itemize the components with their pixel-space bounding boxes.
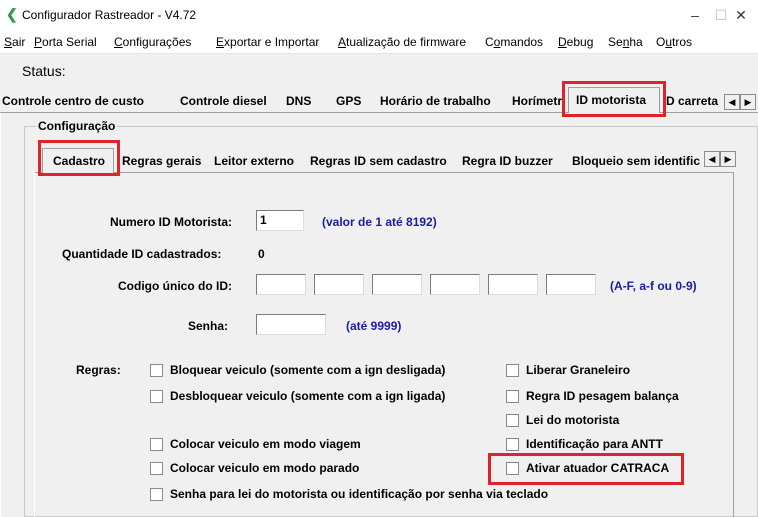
modo-parado-checkbox[interactable]	[150, 462, 163, 475]
tab-horimetro[interactable]: Horímetr	[512, 94, 562, 108]
app-logo-icon: ❮	[6, 6, 18, 22]
close-button[interactable]: ✕	[724, 0, 758, 30]
numero-id-hint: (valor de 1 até 8192)	[322, 215, 437, 229]
senha-label: Senha:	[188, 319, 229, 333]
quantidade-id-value: 0	[258, 247, 265, 261]
menu-porta-serial[interactable]: Porta Serial	[34, 35, 97, 49]
menu-senha[interactable]: Senha	[608, 35, 643, 49]
identificacao-antt-label: Identificação para ANTT	[526, 437, 663, 451]
codigo-id-input-3[interactable]	[372, 274, 422, 295]
senha-input[interactable]	[256, 314, 326, 335]
tab-scroll-left-icon[interactable]: ◀	[724, 94, 740, 110]
tab-id-carreta[interactable]: D carreta	[666, 94, 718, 108]
lei-motorista-checkbox[interactable]	[506, 414, 519, 427]
tab-dns[interactable]: DNS	[286, 94, 311, 108]
modo-viagem-label: Colocar veiculo em modo viagem	[170, 437, 361, 451]
desbloquear-veiculo-label: Desbloquear veiculo (somente com a ign l…	[170, 389, 446, 403]
menu-bar: Sair Porta Serial Configurações Exportar…	[0, 30, 758, 54]
menu-exportar-importar[interactable]: Exportar e Importar	[216, 35, 319, 49]
desbloquear-veiculo-checkbox[interactable]	[150, 390, 163, 403]
bloquear-veiculo-label: Bloquear veiculo (somente com a ign desl…	[170, 363, 446, 377]
tab-controle-diesel[interactable]: Controle diesel	[180, 94, 267, 108]
liberar-graneleiro-label: Liberar Graneleiro	[526, 363, 631, 377]
codigo-id-label: Codigo único do ID:	[118, 279, 232, 293]
modo-parado-label: Colocar veiculo em modo parado	[170, 461, 360, 475]
tab-regras-gerais[interactable]: Regras gerais	[122, 154, 201, 168]
regra-pesagem-checkbox[interactable]	[506, 390, 519, 403]
regras-label: Regras:	[76, 363, 121, 377]
senha-lei-motorista-label: Senha para lei do motorista ou identific…	[170, 487, 549, 501]
senha-lei-motorista-checkbox[interactable]	[150, 488, 163, 501]
codigo-id-input-6[interactable]	[546, 274, 596, 295]
identificacao-antt-checkbox[interactable]	[506, 438, 519, 451]
tab-regras-id-sem-cadastro[interactable]: Regras ID sem cadastro	[310, 154, 447, 168]
menu-outros[interactable]: Outros	[656, 35, 692, 49]
senha-hint: (até 9999)	[346, 319, 402, 333]
inner-tab-scroll-left-icon[interactable]: ◀	[704, 151, 720, 167]
highlight-catraca	[488, 453, 684, 485]
menu-configuracoes[interactable]: Configurações	[114, 35, 191, 49]
menu-comandos[interactable]: Comandos	[485, 35, 543, 49]
outer-tab-scroller: ◀ ▶	[724, 94, 756, 110]
numero-id-label: Numero ID Motorista:	[110, 215, 233, 229]
codigo-id-input-4[interactable]	[430, 274, 480, 295]
inner-tab-scroller: ◀ ▶	[704, 151, 736, 167]
highlight-cadastro	[38, 140, 120, 176]
codigo-id-input-5[interactable]	[488, 274, 538, 295]
liberar-graneleiro-checkbox[interactable]	[506, 364, 519, 377]
title-bar: ❮ Configurador Rastreador - V4.72 – ☐ ✕	[0, 0, 758, 30]
lei-motorista-label: Lei do motorista	[526, 413, 620, 427]
tab-leitor-externo[interactable]: Leitor externo	[214, 154, 294, 168]
tab-horario-trabalho[interactable]: Horário de trabalho	[380, 94, 491, 108]
modo-viagem-checkbox[interactable]	[150, 438, 163, 451]
codigo-id-input-2[interactable]	[314, 274, 364, 295]
tab-regra-id-buzzer[interactable]: Regra ID buzzer	[462, 154, 553, 168]
inner-tab-scroll-right-icon[interactable]: ▶	[720, 151, 736, 167]
codigo-id-input-1[interactable]	[256, 274, 306, 295]
codigo-id-hint: (A-F, a-f ou 0-9)	[610, 279, 697, 293]
numero-id-input[interactable]: 1	[256, 210, 304, 231]
status-label: Status:	[22, 63, 66, 79]
tab-bloqueio-sem-identificacao[interactable]: Bloqueio sem identific	[572, 154, 700, 168]
window-title: Configurador Rastreador - V4.72	[22, 8, 197, 22]
tab-scroll-right-icon[interactable]: ▶	[740, 94, 756, 110]
bloquear-veiculo-checkbox[interactable]	[150, 364, 163, 377]
tab-controle-centro-custo[interactable]: Controle centro de custo	[2, 94, 144, 108]
menu-debug[interactable]: Debug	[558, 35, 593, 49]
group-title: Configuração	[36, 119, 118, 133]
menu-atualizacao-firmware[interactable]: Atualização de firmware	[338, 35, 466, 49]
tab-gps[interactable]: GPS	[336, 94, 361, 108]
quantidade-id-label: Quantidade ID cadastrados:	[62, 247, 222, 261]
highlight-id-motorista	[562, 81, 666, 117]
menu-sair[interactable]: Sair	[4, 35, 25, 49]
regra-pesagem-label: Regra ID pesagem balança	[526, 389, 679, 403]
